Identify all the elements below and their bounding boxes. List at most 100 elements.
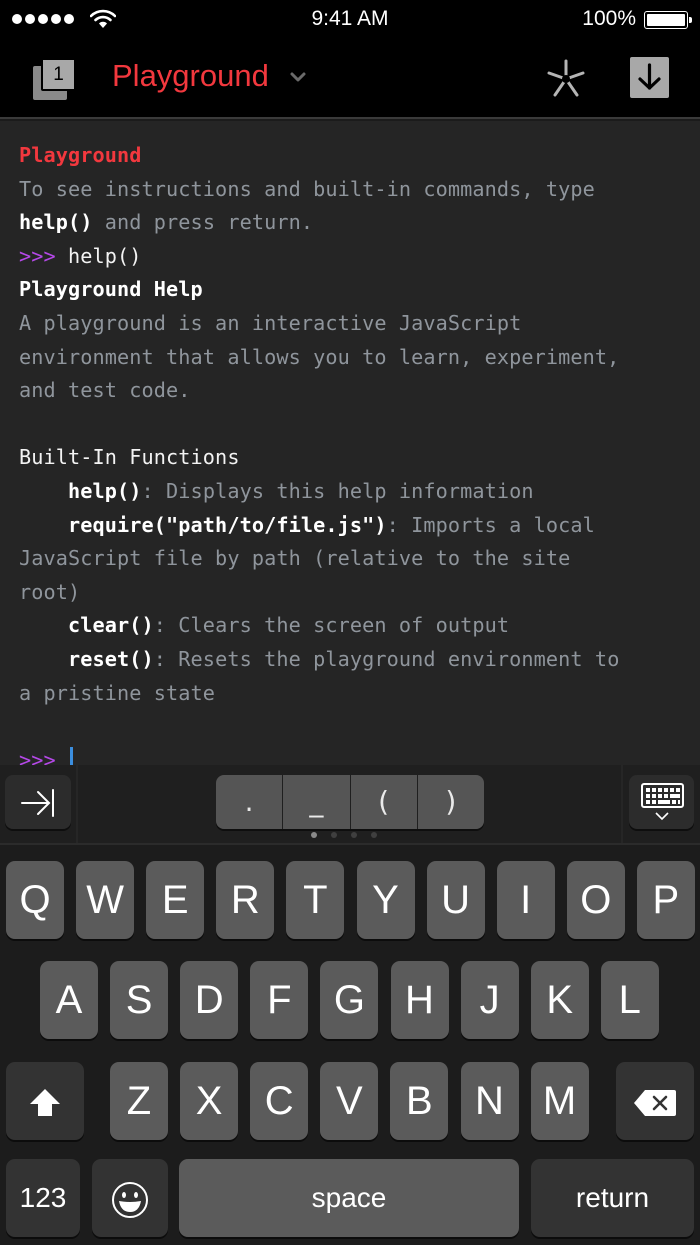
symbol-key[interactable]: .	[216, 775, 284, 829]
divider	[621, 765, 623, 843]
console-line: require("path/to/file.js"): Imports a lo…	[19, 509, 700, 543]
console-text: : Displays this help information	[141, 478, 534, 503]
key-u[interactable]: U	[426, 861, 485, 939]
key-h[interactable]: H	[390, 961, 449, 1039]
return-key[interactable]: return	[531, 1159, 694, 1237]
asterisk-icon[interactable]	[544, 57, 588, 101]
key-k[interactable]: K	[530, 961, 589, 1039]
tab-count: 1	[41, 58, 76, 91]
tab-key[interactable]	[5, 775, 71, 829]
page-dot[interactable]	[331, 832, 337, 838]
key-e[interactable]: E	[146, 861, 205, 939]
key-f[interactable]: F	[250, 961, 309, 1039]
page-indicator[interactable]	[311, 832, 377, 838]
key-g[interactable]: G	[320, 961, 379, 1039]
console-line: environment that allows you to learn, ex…	[19, 341, 700, 375]
keyboard-dismiss-icon	[641, 783, 684, 821]
prompt-symbol: >>>	[19, 243, 56, 268]
console-text: : Imports a local	[386, 512, 595, 537]
console-line: root)	[19, 576, 700, 610]
key-l[interactable]: L	[600, 961, 659, 1039]
shift-key[interactable]	[6, 1062, 84, 1140]
backspace-key[interactable]	[616, 1062, 694, 1140]
symbol-key[interactable]: (	[350, 775, 418, 829]
console-output[interactable]: Playground To see instructions and built-…	[0, 121, 700, 772]
console-text: : Resets the playground environment to	[153, 646, 620, 671]
emoji-key[interactable]	[92, 1159, 168, 1237]
key-z[interactable]: Z	[110, 1062, 168, 1140]
tabs-button[interactable]: 1	[33, 56, 79, 102]
nav-bar: 1 Playground	[0, 40, 700, 119]
page-dot[interactable]	[371, 832, 377, 838]
console-text: : Clears the screen of output	[153, 613, 510, 638]
key-o[interactable]: O	[566, 861, 625, 939]
console-text: environment that allows you to learn, ex…	[19, 344, 620, 369]
chevron-down-icon[interactable]	[289, 70, 307, 84]
key-s[interactable]: S	[110, 961, 169, 1039]
shift-icon	[30, 1089, 60, 1117]
page-dot[interactable]	[311, 832, 317, 838]
console-line: To see instructions and built-in command…	[19, 173, 700, 207]
console-text: A playground is an interactive JavaScrip…	[19, 310, 522, 335]
key-n[interactable]: N	[460, 1062, 519, 1140]
divider	[76, 765, 78, 843]
console-line: Playground	[19, 139, 700, 173]
console-line: >>> help()	[19, 240, 700, 274]
console-text: reset()	[68, 646, 154, 671]
key-a[interactable]: A	[40, 961, 98, 1039]
symbol-key[interactable]: )	[417, 775, 484, 829]
console-text: help()	[68, 478, 142, 503]
dismiss-keyboard-button[interactable]	[629, 775, 694, 829]
console-line: JavaScript file by path (relative to the…	[19, 542, 700, 576]
symbol-keys: . _()	[216, 775, 484, 829]
console-text: clear()	[68, 613, 154, 638]
key-t[interactable]: T	[286, 861, 345, 939]
console-text: a pristine state	[19, 680, 216, 705]
console-line: A playground is an interactive JavaScrip…	[19, 307, 700, 341]
page-dot[interactable]	[351, 832, 357, 838]
console-text: Playground Help	[19, 277, 203, 302]
space-key[interactable]: space	[179, 1159, 519, 1237]
backspace-icon	[634, 1090, 676, 1117]
console-line: clear(): Clears the screen of output	[19, 609, 700, 643]
key-x[interactable]: X	[180, 1062, 239, 1140]
battery-percentage: 100%	[582, 7, 636, 30]
key-q[interactable]: Q	[6, 861, 64, 939]
key-y[interactable]: Y	[356, 861, 415, 939]
key-v[interactable]: V	[320, 1062, 379, 1140]
key-w[interactable]: W	[76, 861, 135, 939]
console-line: and test code.	[19, 374, 700, 408]
numbers-key[interactable]: 123	[6, 1159, 80, 1237]
key-m[interactable]: M	[530, 1062, 589, 1140]
console-line: Playground Help	[19, 273, 700, 307]
battery-icon	[644, 11, 692, 29]
key-d[interactable]: D	[180, 961, 239, 1039]
download-button[interactable]	[630, 57, 669, 98]
console-text: Built-In Functions	[19, 445, 240, 470]
tab-arrow-icon	[21, 789, 54, 817]
console-text: help()	[19, 210, 93, 235]
key-r[interactable]: R	[216, 861, 275, 939]
console-text: To see instructions and built-in command…	[19, 176, 595, 201]
console-text: help()	[55, 243, 142, 268]
console-line: reset(): Resets the playground environme…	[19, 643, 700, 677]
symbol-key[interactable]: _	[283, 775, 351, 829]
console-text: require("path/to/file.js")	[68, 512, 387, 537]
console-text: and press return.	[92, 210, 314, 235]
console-text: and test code.	[19, 378, 191, 403]
key-c[interactable]: C	[250, 1062, 309, 1140]
key-b[interactable]: B	[390, 1062, 449, 1140]
key-p[interactable]: P	[636, 861, 695, 939]
console-line: help(): Displays this help information	[19, 475, 700, 509]
playground-title[interactable]: Playground	[112, 58, 269, 94]
console-text: Playground	[19, 143, 142, 167]
key-j[interactable]: J	[460, 961, 519, 1039]
key-i[interactable]: I	[496, 861, 555, 939]
status-bar: 9:41 AM 100%	[0, 0, 700, 40]
